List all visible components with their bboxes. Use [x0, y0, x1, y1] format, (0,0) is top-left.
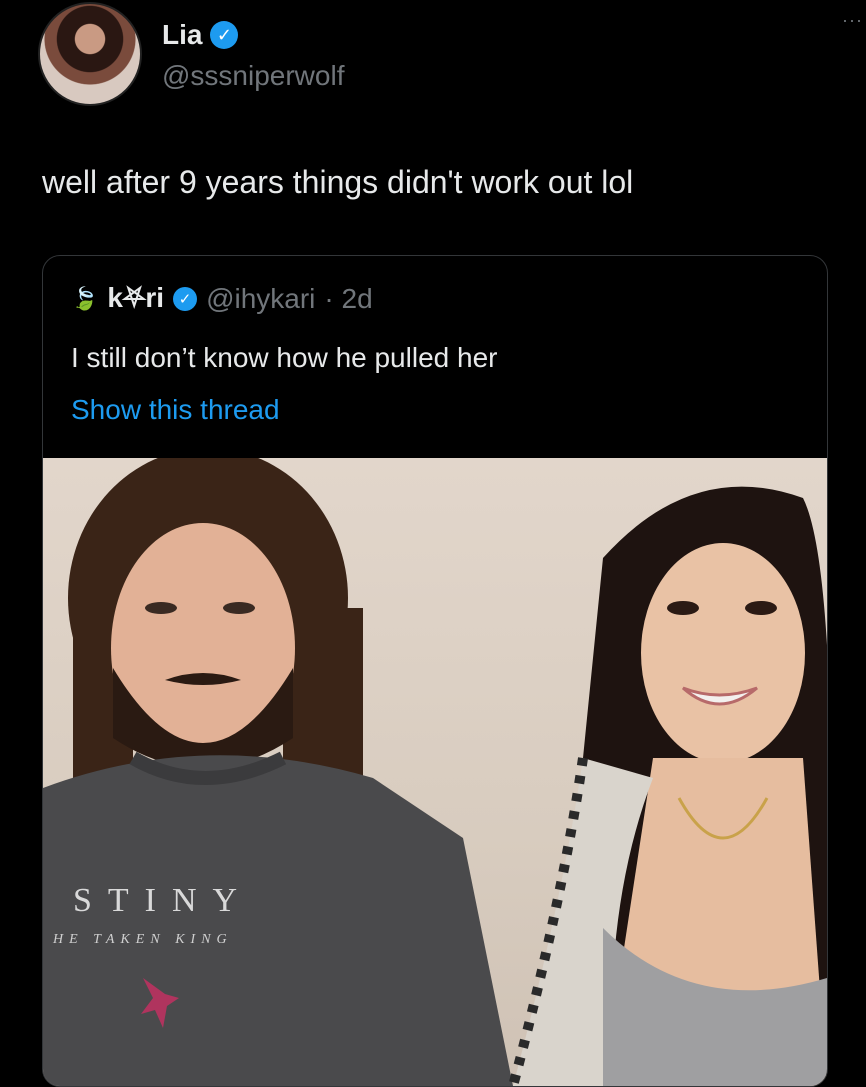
- author-handle[interactable]: @sssniperwolf: [162, 60, 344, 92]
- photo-illustration: [43, 458, 827, 1086]
- quoted-photo[interactable]: STINY HE TAKEN KING: [43, 458, 827, 1086]
- tweet-text: well after 9 years things didn't work ou…: [42, 164, 634, 200]
- verified-badge-icon: ✓: [173, 286, 198, 311]
- author-name-row[interactable]: Lia ✓: [162, 19, 239, 51]
- quoted-author-handle[interactable]: @ihykari: [206, 283, 315, 315]
- more-options-icon[interactable]: ···: [842, 10, 863, 31]
- verified-badge-icon: ✓: [210, 21, 239, 49]
- author-avatar[interactable]: [38, 2, 142, 106]
- author-name[interactable]: Lia: [162, 19, 202, 51]
- quoted-tweet-header: 🍃 k⛧ri ✓ @ihykari · 2d: [71, 282, 373, 315]
- tweet-header: Lia ✓ @sssniperwolf ···: [38, 2, 862, 106]
- show-thread-link[interactable]: Show this thread: [71, 394, 280, 426]
- quoted-time: · 2d: [324, 282, 373, 314]
- quoted-author-name[interactable]: k⛧ri: [107, 282, 164, 315]
- quoted-tweet[interactable]: 🍃 k⛧ri ✓ @ihykari · 2d I still don’t kno…: [42, 255, 828, 1087]
- shirt-print-subtext: HE TAKEN KING: [53, 932, 233, 947]
- name-prefix-symbols: 🍃: [71, 285, 99, 311]
- shirt-print-text: STINY: [73, 882, 254, 919]
- quoted-text: I still don’t know how he pulled her: [71, 342, 498, 373]
